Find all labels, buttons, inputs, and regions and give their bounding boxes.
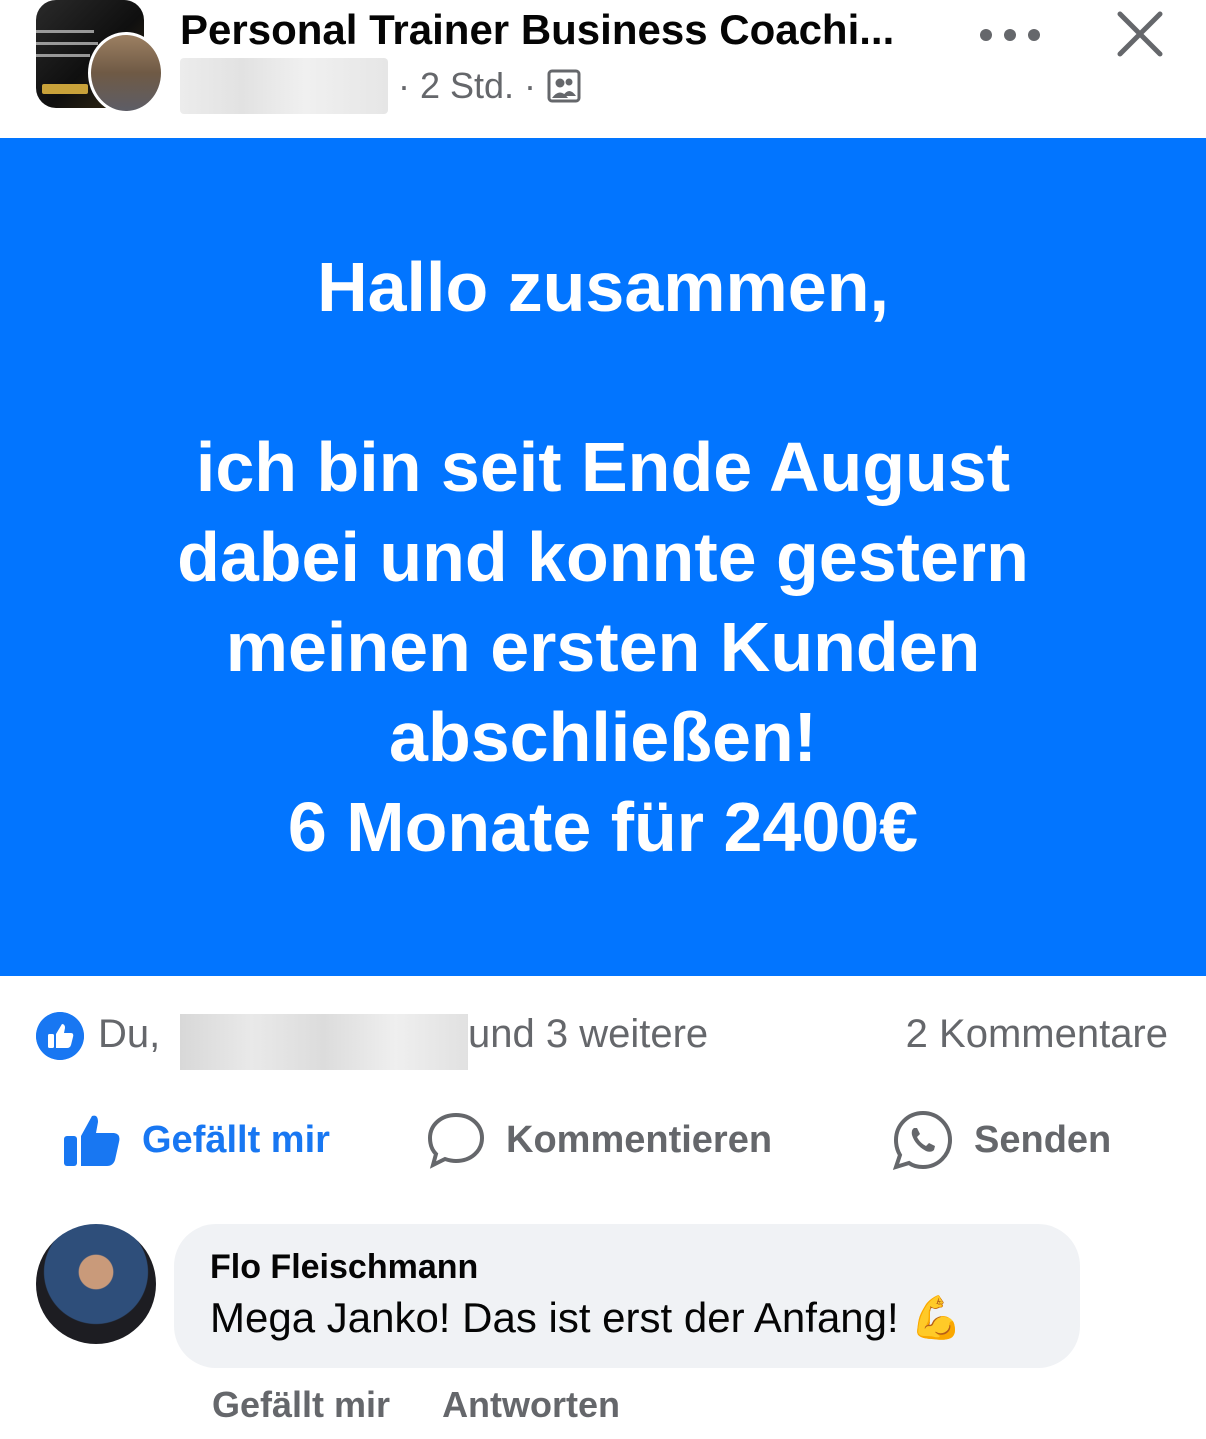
group-name-link[interactable]: Personal Trainer Business Coachi... [180, 6, 894, 54]
post-text-card[interactable]: Hallo zusammen, ich bin seit Ende August… [0, 138, 1206, 976]
close-icon[interactable] [1114, 8, 1166, 60]
comment-text: Mega Janko! Das ist erst der Anfang! 💪 [210, 1294, 963, 1343]
group-audience-icon [547, 69, 581, 103]
cover-text-line [36, 30, 94, 33]
reaction-others-label[interactable]: und 3 weitere [468, 1012, 708, 1057]
comment-button-label: Kommentieren [506, 1118, 773, 1161]
like-button-label: Gefällt mir [142, 1118, 330, 1161]
comment-body: Mega Janko! Das ist erst der Anfang! [210, 1294, 899, 1341]
cover-badge [42, 84, 88, 94]
comment-bubble[interactable]: Flo Fleischmann Mega Janko! Das ist erst… [174, 1224, 1080, 1368]
send-button-label: Senden [974, 1118, 1112, 1161]
author-avatar[interactable] [88, 32, 164, 114]
redacted-reactor-names[interactable] [180, 1014, 468, 1070]
more-dots-icon [980, 29, 992, 41]
post-message: Hallo zusammen, ich bin seit Ende August… [177, 248, 1029, 866]
thumbs-up-icon [64, 1115, 120, 1166]
comments-count-link[interactable]: 2 Kommentare [906, 1012, 1168, 1057]
post-header: Personal Trainer Business Coachi... · 2 … [0, 0, 1206, 138]
comment-like-button[interactable]: Gefällt mir [212, 1384, 390, 1426]
like-button[interactable]: Gefällt mir [62, 1100, 330, 1180]
commenter-avatar[interactable] [36, 1224, 156, 1344]
comment-button[interactable]: Kommentieren [426, 1100, 772, 1180]
flexed-biceps-emoji: 💪 [910, 1294, 963, 1341]
more-dots-icon [1028, 29, 1040, 41]
comment-reply-button[interactable]: Antworten [442, 1384, 620, 1426]
cover-text-line [36, 42, 98, 45]
more-options-button[interactable] [980, 18, 1040, 52]
comment-bubble-icon [427, 1112, 485, 1169]
reaction-you-label: Du, [98, 1012, 161, 1056]
like-reaction-icon [36, 1012, 84, 1060]
post-timestamp[interactable]: · 2 Std. · [398, 65, 536, 107]
more-dots-icon [1004, 29, 1016, 41]
reactions-summary[interactable]: Du, und 3 weitere 2 Kommentare [0, 1000, 1206, 1070]
comment-actions: Gefällt mir Antworten [212, 1384, 620, 1426]
cover-text-line [36, 54, 90, 57]
redacted-author-name[interactable] [180, 58, 388, 114]
whatsapp-icon [892, 1110, 953, 1171]
send-button[interactable]: Senden [892, 1100, 1111, 1180]
post-meta: · 2 Std. · [180, 58, 582, 114]
post-action-bar: Gefällt mir Kommentieren Senden [0, 1100, 1206, 1180]
comment-author[interactable]: Flo Fleischmann [210, 1248, 478, 1287]
